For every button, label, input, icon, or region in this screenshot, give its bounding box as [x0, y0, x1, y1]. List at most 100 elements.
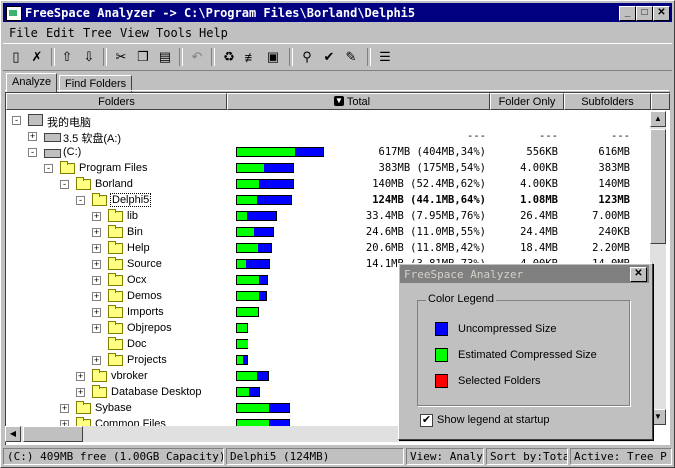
legend-title-bar[interactable]: FreeSpace Analyzer ✕	[400, 265, 649, 283]
collapse-icon[interactable]: -	[12, 116, 21, 125]
expand-icon[interactable]: +	[92, 292, 101, 301]
menu-help[interactable]: Help	[199, 26, 228, 40]
show-legend-checkbox[interactable]: ✔	[420, 414, 433, 427]
collapse-icon[interactable]: -	[76, 196, 85, 205]
menu-file[interactable]: File	[9, 26, 38, 40]
tree-item-label[interactable]: Doc	[127, 338, 147, 350]
tree-item-label[interactable]: Borland	[95, 178, 133, 190]
title-bar[interactable]: FreeSpace Analyzer -> C:\Program Files\B…	[3, 3, 672, 22]
find-icon[interactable]: ⚲	[297, 47, 317, 67]
cut-icon[interactable]: ✂	[111, 47, 131, 67]
close-button[interactable]: ✕	[653, 6, 670, 21]
size-bar	[236, 339, 248, 349]
folder-only-value: 26.4MB	[520, 210, 558, 222]
folder-icon	[60, 161, 75, 174]
tree-row[interactable]: - (C:) 617MB (404MB,34%) 556KB 616MB	[6, 145, 651, 161]
size-bar	[236, 259, 270, 269]
properties-icon[interactable]: ▣	[263, 47, 283, 67]
paste-icon[interactable]: ▤	[155, 47, 175, 67]
tree-row[interactable]: + Bin 24.6MB (11.0MB,55%) 24.4MB 240KB	[6, 225, 651, 241]
tree-item-label[interactable]: lib	[127, 210, 138, 222]
expand-icon[interactable]: +	[92, 324, 101, 333]
folder-up-icon[interactable]: ⇧	[57, 47, 77, 67]
compare-icon[interactable]: ≢	[241, 47, 261, 67]
vertical-scroll-thumb[interactable]	[650, 129, 666, 244]
tree-item-label[interactable]: 3.5 软盘(A:)	[63, 130, 121, 146]
legend-icon[interactable]: ☰	[375, 47, 395, 67]
collapse-icon[interactable]: -	[44, 164, 53, 173]
tree-item-label[interactable]: Ocx	[127, 274, 147, 286]
menu-tree[interactable]: Tree	[83, 26, 112, 40]
horizontal-scroll-thumb[interactable]	[23, 426, 83, 442]
tree-item-label[interactable]: Imports	[127, 306, 164, 318]
tree-item-label[interactable]: Source	[127, 258, 162, 270]
column-folders[interactable]: Folders	[6, 93, 227, 110]
minimize-button[interactable]: _	[619, 6, 636, 21]
expand-icon[interactable]: +	[92, 356, 101, 365]
folder-only-value: 4.00KB	[520, 178, 558, 190]
expand-icon[interactable]: +	[92, 260, 101, 269]
tree-row[interactable]: - 我的电脑	[6, 113, 651, 129]
tree-item-label[interactable]: Demos	[127, 290, 162, 302]
tree-row[interactable]: - Program Files 383MB (175MB,54%) 4.00KB 383…	[6, 161, 651, 177]
tree-row[interactable]: +3.5 软盘(A:) --- --- ---	[6, 129, 651, 145]
tree-item-label[interactable]: Sybase	[95, 402, 132, 414]
column-subfolders[interactable]: Subfolders	[564, 93, 651, 110]
tab-analyze[interactable]: Analyze	[6, 73, 58, 92]
collapse-icon[interactable]: -	[60, 180, 69, 189]
expand-icon[interactable]: +	[92, 244, 101, 253]
menu-tools[interactable]: Tools	[156, 26, 192, 40]
subfolders-value: 140MB	[598, 178, 630, 190]
undo-icon[interactable]: ↶	[187, 47, 207, 67]
tree-item-label[interactable]: 我的电脑	[47, 114, 91, 130]
legend-close-button[interactable]: ✕	[630, 267, 647, 282]
expand-icon[interactable]: +	[92, 212, 101, 221]
tree-row[interactable]: + lib 33.4MB (7.95MB,76%) 26.4MB 7.00MB	[6, 209, 651, 225]
tree-row[interactable]: - Borland 140MB (52.4MB,62%) 4.00KB 140MB	[6, 177, 651, 193]
show-legend-label[interactable]: Show legend at startup	[437, 414, 550, 426]
size-bar	[236, 211, 277, 221]
tree-item-label[interactable]: Program Files	[79, 162, 147, 174]
scroll-up-button[interactable]: ▲	[650, 111, 666, 127]
tree-item-label[interactable]: Bin	[127, 226, 143, 238]
folder-icon	[92, 193, 107, 206]
scroll-left-button[interactable]: ◀	[5, 426, 21, 442]
tree-row[interactable]: + Help 20.6MB (11.8MB,42%) 18.4MB 2.20MB	[6, 241, 651, 257]
status-active: Active: Tree P	[570, 448, 672, 465]
menu-view[interactable]: View	[120, 26, 149, 40]
expand-icon[interactable]: +	[60, 404, 69, 413]
subfolders-value: 2.20MB	[592, 242, 630, 254]
tree-item-label[interactable]: Delphi5	[109, 193, 152, 207]
maximize-button[interactable]: □	[636, 6, 653, 21]
tools-icon[interactable]: ✎	[341, 47, 361, 67]
status-sort: Sort by:Total	[486, 448, 568, 465]
tree-row[interactable]: - Delphi5 124MB (44.1MB,64%) 1.08MB 123MB	[6, 193, 651, 209]
expand-icon[interactable]: +	[76, 388, 85, 397]
tree-item-label[interactable]: Help	[127, 242, 150, 254]
folder-down-icon[interactable]: ⇩	[79, 47, 99, 67]
tree-item-label[interactable]: Objrepos	[127, 322, 172, 334]
expand-icon[interactable]: +	[28, 132, 37, 141]
check-icon[interactable]: ✔	[319, 47, 339, 67]
subfolders-value: 240KB	[598, 226, 630, 238]
expand-icon[interactable]: +	[92, 308, 101, 317]
analyze-icon[interactable]: ✗	[27, 47, 47, 67]
tree-item-label[interactable]: Projects	[127, 354, 167, 366]
expand-icon[interactable]: +	[92, 276, 101, 285]
folder-icon	[108, 337, 123, 350]
tree-item-label[interactable]: (C:)	[63, 146, 81, 158]
drive-icon[interactable]: ▯	[6, 47, 26, 67]
expand-icon[interactable]: +	[92, 228, 101, 237]
recycle-icon[interactable]: ♻	[219, 47, 239, 67]
tree-item-label[interactable]: Database Desktop	[111, 386, 202, 398]
size-bar	[236, 387, 260, 397]
column-folder-only[interactable]: Folder Only	[490, 93, 564, 110]
collapse-icon[interactable]: -	[28, 148, 37, 157]
size-bar	[236, 403, 290, 413]
column-total[interactable]: ▼ Total	[227, 93, 490, 110]
tree-item-label[interactable]: vbroker	[111, 370, 148, 382]
menu-edit[interactable]: Edit	[46, 26, 75, 40]
expand-icon[interactable]: +	[76, 372, 85, 381]
total-value: 140MB (52.4MB,62%)	[372, 178, 486, 190]
copy-icon[interactable]: ❐	[133, 47, 153, 67]
